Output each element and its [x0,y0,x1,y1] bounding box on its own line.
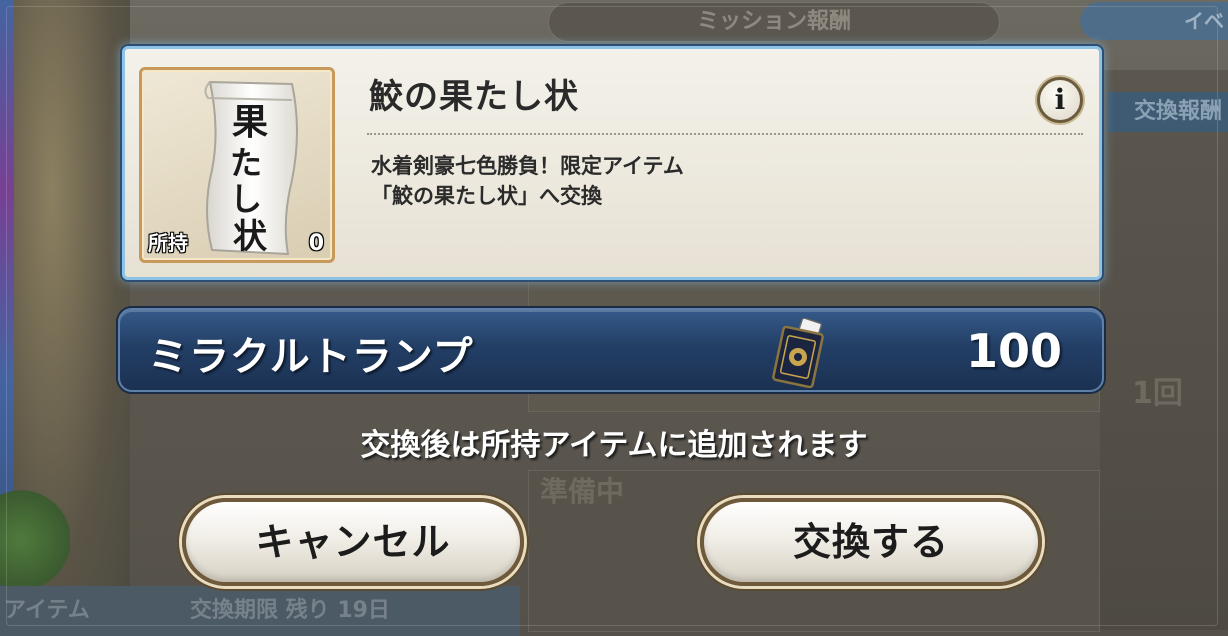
exchange-notice: 交換後は所持アイテムに追加されます [360,428,868,463]
description-line-1: 水着剣豪七色勝負！限定アイテム [371,154,684,178]
item-thumbnail[interactable]: 果 た し 状 所持 0 [139,67,335,263]
svg-text:果: 果 [232,101,268,143]
cancel-button[interactable]: キャンセル [182,498,524,586]
divider [367,133,1083,135]
trump-card-icon [772,318,824,388]
info-icon: i [1054,83,1066,116]
svg-text:状: 状 [233,217,268,257]
svg-text:た: た [230,144,262,182]
exchange-button-label: 交換する [792,520,949,564]
description-line-2: 「鮫の果たし状」へ交換 [371,184,602,208]
info-button[interactable]: i [1037,77,1083,123]
item-info-panel: 果 た し 状 所持 0 鮫の果たし状 i 水着剣豪七色勝負！限定アイテム 「鮫… [122,46,1102,280]
item-description: 水着剣豪七色勝負！限定アイテム 「鮫の果たし状」へ交換 [371,151,684,211]
cost-amount: 100 [965,324,1062,378]
item-name: 鮫の果たし状 [369,77,579,117]
owned-count: 0 [308,231,324,256]
exchange-button[interactable]: 交換する [700,498,1042,586]
cost-item-name: ミラクルトランプ [148,334,474,380]
cancel-button-label: キャンセル [255,520,451,564]
svg-text:し: し [230,180,262,218]
cost-bar: ミラクルトランプ 100 [118,308,1104,392]
owned-label: 所持 [148,231,188,255]
